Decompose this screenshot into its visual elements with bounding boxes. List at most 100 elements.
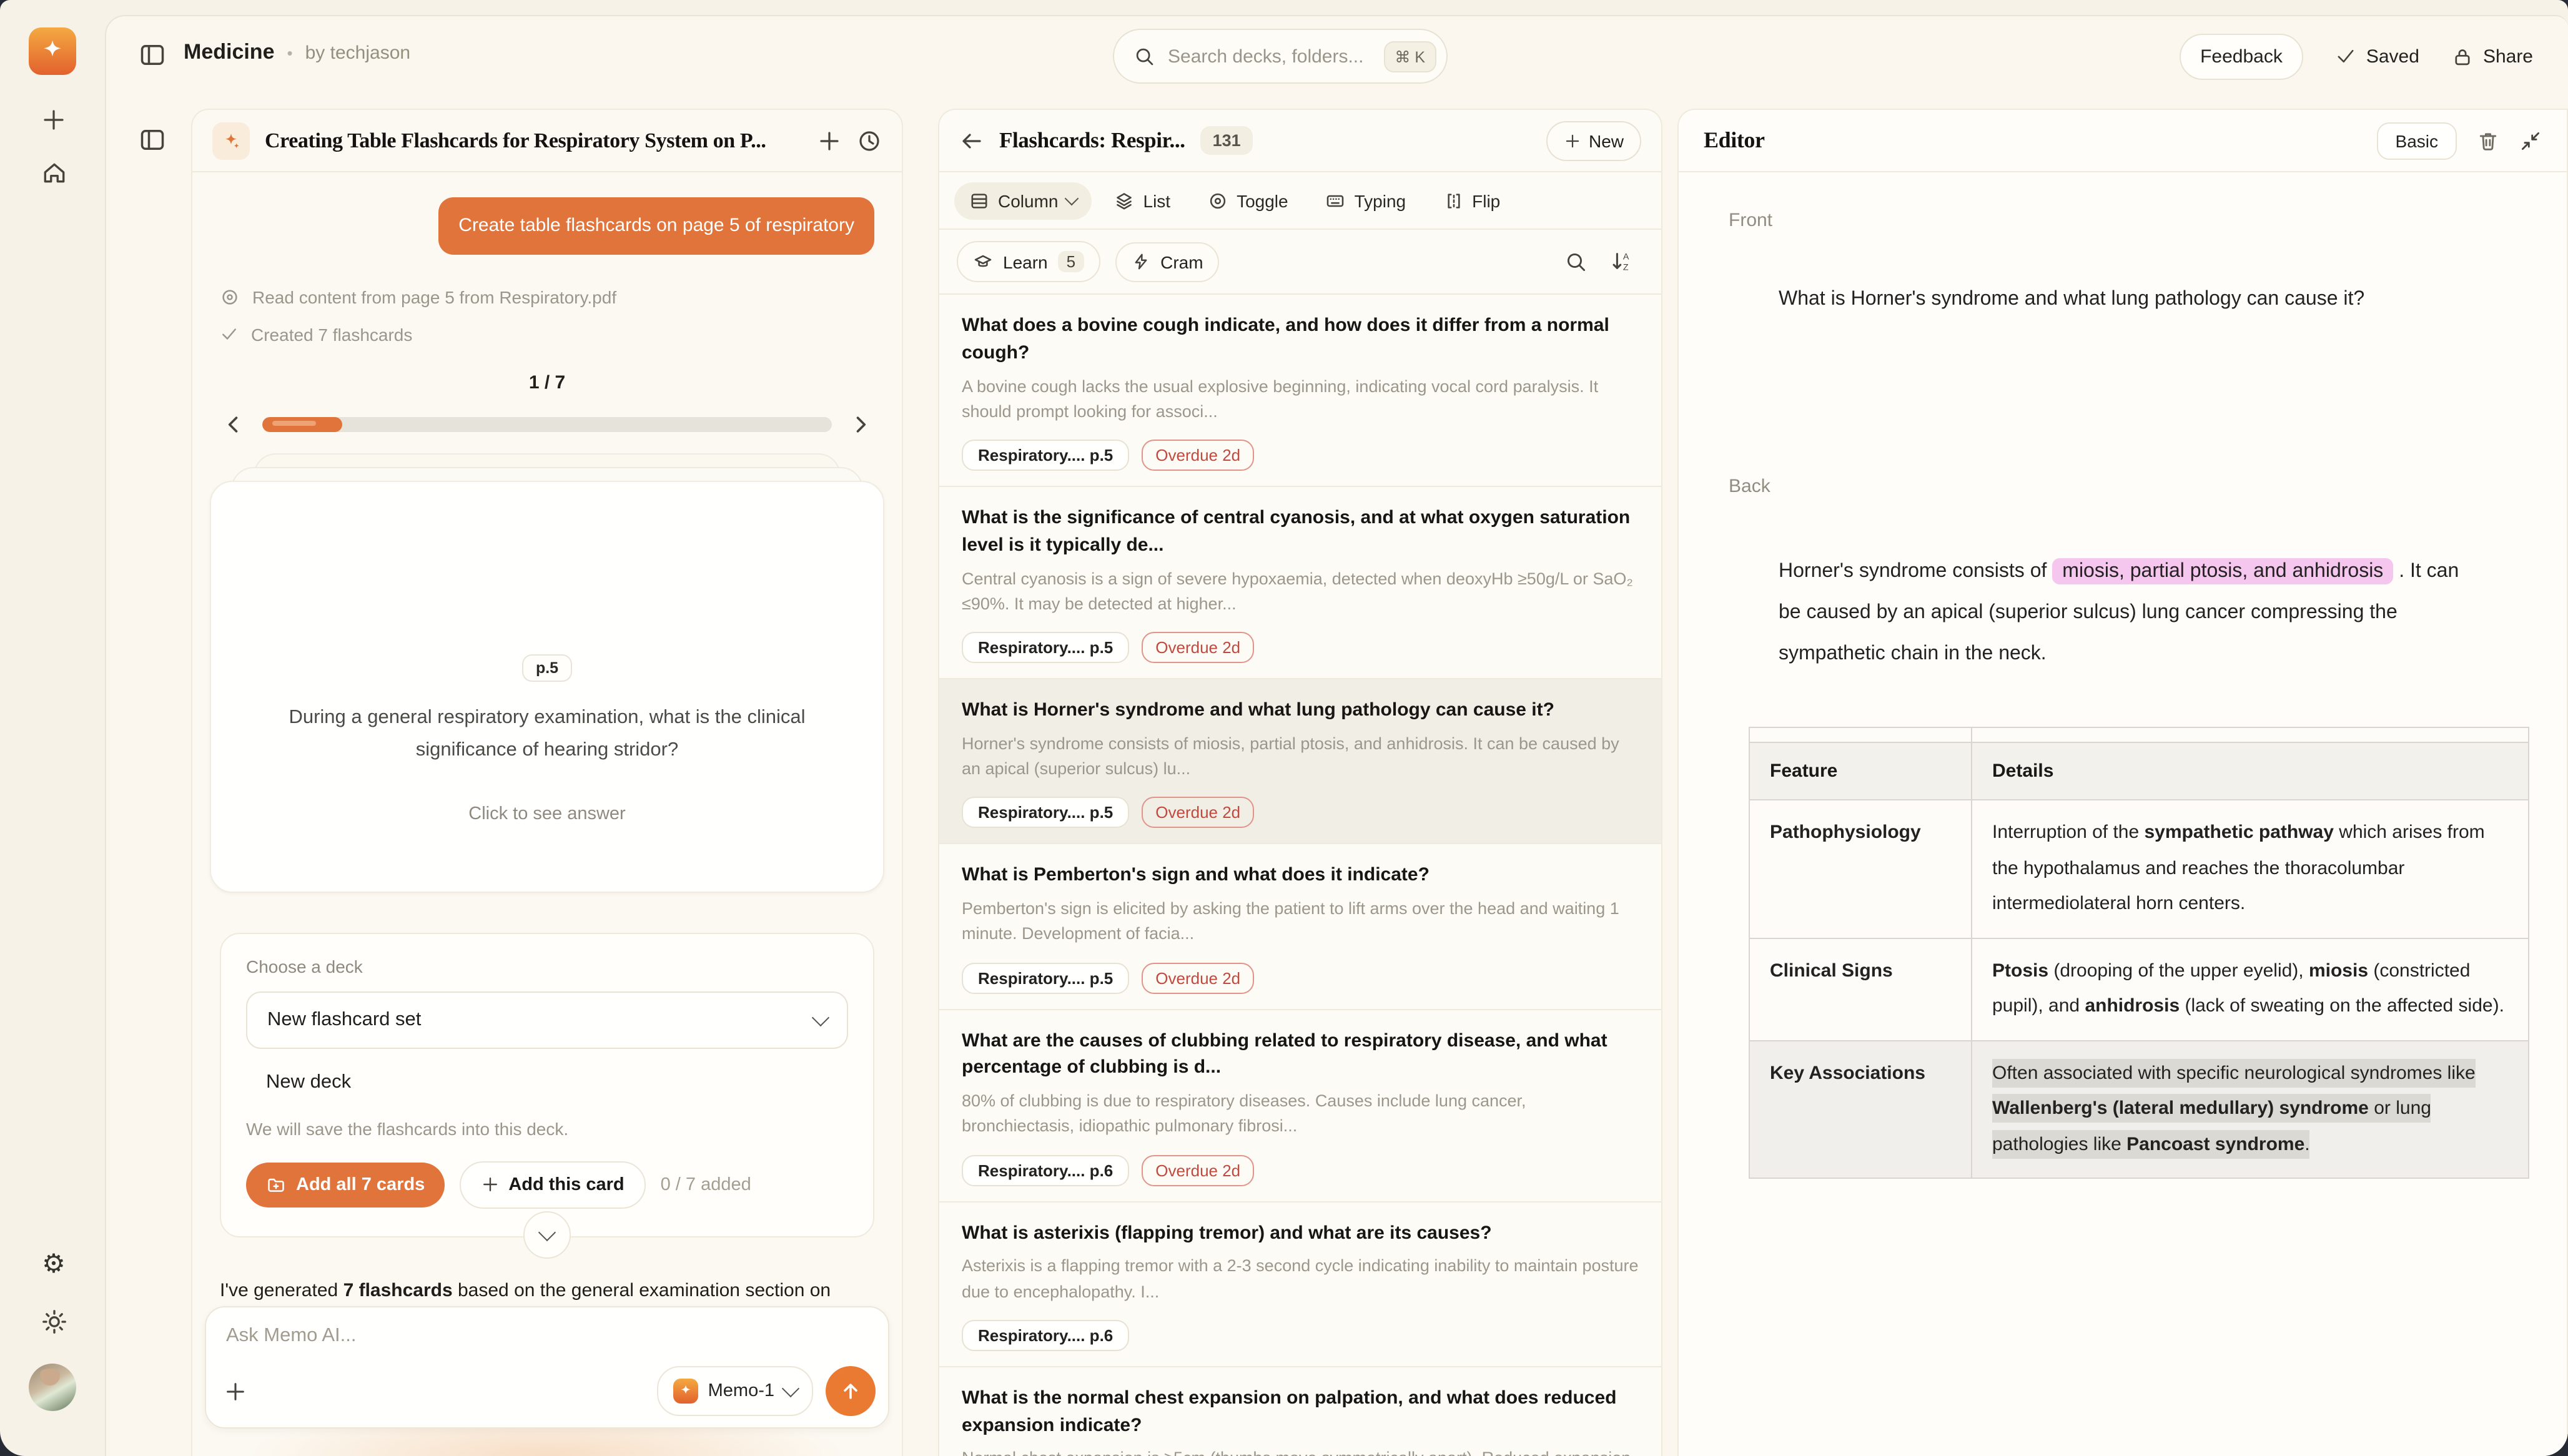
sparkle-icon	[212, 122, 250, 159]
search-shortcut-badge: ⌘ K	[1383, 41, 1436, 72]
table-spacer-row	[1749, 728, 2529, 743]
flashcard-row-selected[interactable]: What is Horner's syndrome and what lung …	[939, 679, 1661, 845]
model-name: Memo-1	[708, 1381, 774, 1401]
new-plus-button[interactable]	[39, 105, 69, 135]
card-counter: 1 / 7	[220, 372, 874, 393]
chat-scroll-area[interactable]: Create table flashcards on page 5 of res…	[192, 172, 902, 1456]
read-target-icon	[220, 287, 240, 307]
learn-button[interactable]: Learn 5	[957, 241, 1100, 282]
sidebar-toggle-icon[interactable]	[139, 41, 166, 69]
tab-typing[interactable]: Typing	[1311, 182, 1421, 219]
flashcard-row[interactable]: What is asterixis (flapping tremor) and …	[939, 1202, 1661, 1367]
new-card-button[interactable]: New	[1546, 121, 1641, 160]
table-row[interactable]: Clinical Signs Ptosis (drooping of the u…	[1749, 938, 2529, 1041]
add-this-card-button[interactable]: Add this card	[460, 1161, 645, 1209]
prev-card-button[interactable]	[220, 411, 247, 438]
flashcard-list: What does a bovine cough indicate, and h…	[939, 295, 1661, 1456]
tab-flip[interactable]: Flip	[1428, 182, 1515, 219]
app-window: ⚙ Medicine • by techjason Search decks, …	[0, 0, 2568, 1456]
deck-tag[interactable]: Respiratory.... p.6	[962, 1154, 1129, 1186]
add-all-cards-button[interactable]: Add all 7 cards	[246, 1163, 445, 1208]
lightning-icon	[1132, 252, 1150, 271]
arrow-up-icon	[839, 1380, 862, 1402]
deck-tag[interactable]: Respiratory.... p.5	[962, 962, 1129, 993]
workspace-name[interactable]: Medicine	[184, 40, 275, 65]
check-icon	[220, 325, 239, 344]
app-logo-icon[interactable]	[29, 27, 76, 75]
flashcard-row[interactable]: What is Pemberton's sign and what does i…	[939, 845, 1661, 1010]
user-message-bubble: Create table flashcards on page 5 of res…	[438, 197, 874, 255]
next-card-button[interactable]	[847, 411, 874, 438]
attach-plus-icon[interactable]	[224, 1379, 247, 1403]
chat-input[interactable]: Ask Memo AI... Memo-1	[205, 1306, 889, 1429]
home-button[interactable]	[39, 157, 69, 187]
flashcard-hint[interactable]: Click to see answer	[468, 805, 625, 825]
model-logo-icon	[673, 1379, 698, 1404]
deck-tag[interactable]: Respiratory.... p.5	[962, 632, 1129, 663]
chat-input-placeholder: Ask Memo AI...	[226, 1325, 356, 1347]
chevron-down-icon	[1065, 191, 1079, 205]
flashcards-list-panel: Flashcards: Respir... 131 New Column Lis…	[938, 109, 1662, 1456]
plus-icon	[1564, 132, 1581, 149]
new-deck-option[interactable]: New deck	[246, 1071, 848, 1094]
flashcard-row[interactable]: What are the causes of clubbing related …	[939, 1010, 1661, 1202]
answer-table[interactable]: Feature Details Pathophysiology Interrup…	[1749, 727, 2529, 1179]
main-surface: Medicine • by techjason Search decks, fo…	[105, 15, 2568, 1456]
front-field[interactable]: What is Horner's syndrome and what lung …	[1779, 288, 2517, 311]
chevron-down-icon	[812, 1008, 829, 1026]
tab-list[interactable]: List	[1100, 182, 1186, 219]
card-pager	[220, 411, 874, 438]
tab-toggle[interactable]: Toggle	[1193, 182, 1303, 219]
send-button[interactable]	[826, 1366, 876, 1416]
chat-header: Creating Table Flashcards for Respirator…	[192, 110, 902, 172]
cram-button[interactable]: Cram	[1115, 242, 1219, 282]
trash-icon[interactable]	[2477, 129, 2499, 152]
chevron-down-icon	[782, 1380, 799, 1397]
deck-note: We will save the flashcards into this de…	[246, 1119, 848, 1139]
app-root: ⚙ Medicine • by techjason Search decks, …	[0, 0, 2568, 1456]
collapse-panel-icon[interactable]	[2519, 129, 2542, 152]
overdue-badge: Overdue 2d	[1142, 632, 1254, 663]
chat-input-actions: Memo-1	[224, 1366, 876, 1416]
back-arrow-icon[interactable]	[959, 128, 984, 153]
deck-tag[interactable]: Respiratory.... p.5	[962, 797, 1129, 829]
history-clock-icon[interactable]	[857, 128, 882, 153]
step-read: Read content from page 5 from Respirator…	[220, 287, 874, 307]
assistant-message: I've generated 7 flashcards based on the…	[220, 1280, 874, 1301]
model-selector[interactable]: Memo-1	[657, 1366, 813, 1416]
new-chat-plus-icon[interactable]	[817, 128, 842, 153]
list-tools: AZ	[1565, 250, 1644, 273]
workspace-breadcrumb[interactable]: Medicine • by techjason	[184, 40, 410, 65]
table-row-selected[interactable]: Key Associations Often associated with s…	[1749, 1041, 2529, 1179]
tab-column[interactable]: Column	[954, 182, 1092, 219]
search-icon[interactable]	[1565, 250, 1588, 273]
flashcard-row[interactable]: What is the normal chest expansion on pa…	[939, 1367, 1661, 1456]
flashcard-preview-stack: p.5 During a general respiratory examina…	[220, 481, 874, 900]
overdue-badge: Overdue 2d	[1142, 962, 1254, 993]
deck-tag[interactable]: Respiratory.... p.5	[962, 440, 1129, 471]
theme-sun-icon[interactable]	[39, 1306, 69, 1336]
collapse-deck-button[interactable]	[523, 1211, 571, 1259]
chat-panel-toggle-icon[interactable]	[139, 126, 166, 154]
study-actions: Learn 5 Cram AZ	[939, 230, 1661, 295]
global-search-input[interactable]: Search decks, folders... ⌘ K	[1113, 29, 1448, 84]
sort-az-icon[interactable]: AZ	[1610, 250, 1634, 273]
settings-gear-icon[interactable]: ⚙	[39, 1249, 69, 1279]
user-avatar[interactable]	[29, 1364, 76, 1411]
card-count-badge: 131	[1200, 126, 1253, 155]
feedback-button[interactable]: Feedback	[2179, 33, 2304, 79]
flashcard-preview[interactable]: p.5 During a general respiratory examina…	[210, 481, 884, 893]
deck-select[interactable]: New flashcard set	[246, 991, 848, 1049]
flashcard-row[interactable]: What does a bovine cough indicate, and h…	[939, 295, 1661, 487]
back-field[interactable]: Horner's syndrome consists of miosis, pa…	[1779, 552, 2478, 675]
flashcard-row[interactable]: What is the significance of central cyan…	[939, 487, 1661, 679]
deck-tag[interactable]: Respiratory.... p.6	[962, 1320, 1129, 1351]
graduation-icon	[973, 252, 993, 272]
share-button[interactable]: Share	[2452, 46, 2533, 67]
overdue-badge: Overdue 2d	[1142, 797, 1254, 829]
deck-select-value: New flashcard set	[267, 1009, 814, 1031]
table-row[interactable]: Pathophysiology Interruption of the symp…	[1749, 800, 2529, 938]
overdue-badge: Overdue 2d	[1142, 1154, 1254, 1186]
progress-bar[interactable]	[262, 417, 832, 432]
card-type-button[interactable]: Basic	[2377, 122, 2457, 159]
